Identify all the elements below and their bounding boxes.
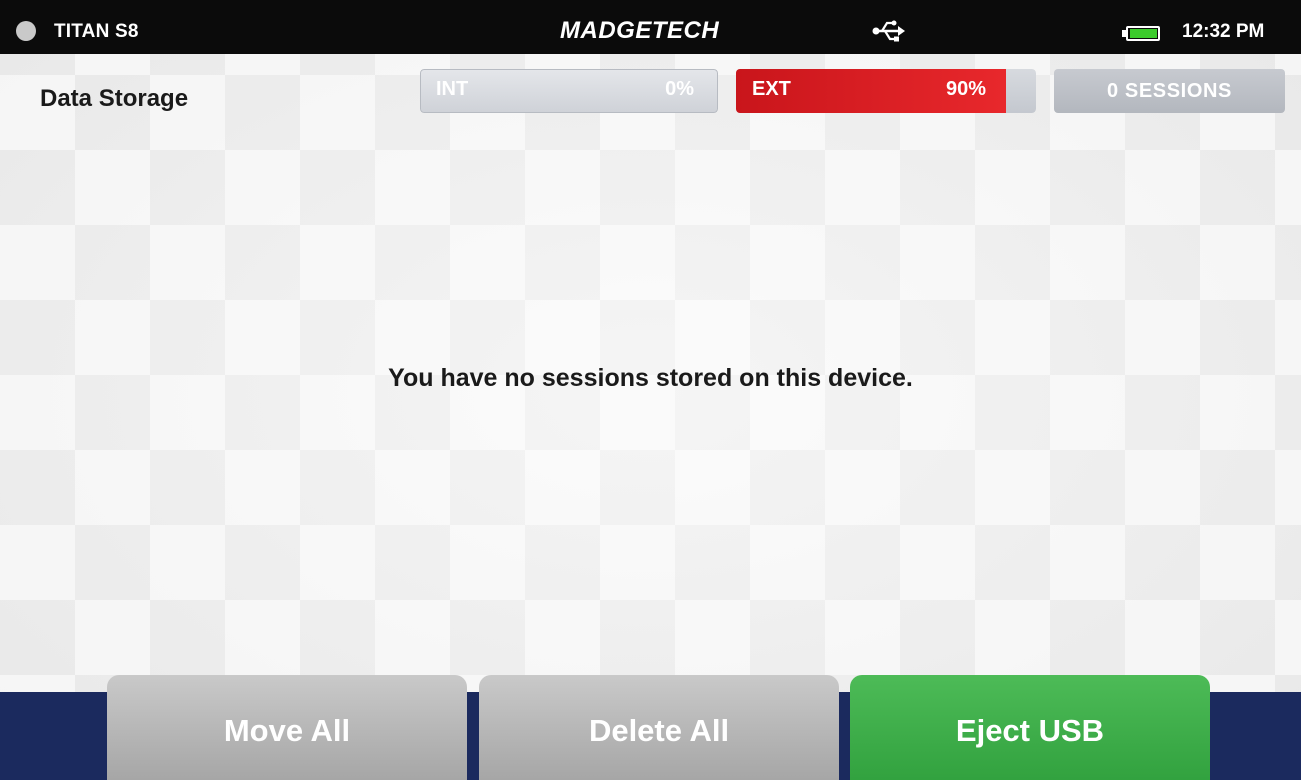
status-bar: TITAN S8 MADGETECH 12:32 PM — [0, 0, 1301, 54]
status-indicator-icon — [16, 21, 36, 41]
usb-icon — [872, 20, 906, 42]
clock: 12:32 PM — [1182, 21, 1265, 42]
move-all-button[interactable]: Move All — [107, 675, 467, 780]
empty-state-message: You have no sessions stored on this devi… — [388, 364, 913, 392]
device-screen: TITAN S8 MADGETECH 12:32 PM Data Storage… — [0, 0, 1301, 780]
internal-storage-bar[interactable]: INT 0% — [420, 69, 718, 113]
page-title: Data Storage — [40, 85, 189, 112]
sessions-count-badge[interactable]: 0 SESSIONS — [1054, 69, 1285, 113]
device-name: TITAN S8 — [54, 21, 139, 42]
eject-usb-button[interactable]: Eject USB — [850, 675, 1210, 780]
brand-logo: MADGETECH — [560, 17, 720, 44]
external-storage-percent: 90% — [945, 78, 986, 100]
internal-storage-percent: 0% — [665, 78, 694, 100]
external-storage-bar[interactable]: EXT 90% — [736, 69, 1036, 113]
internal-storage-label: INT — [436, 78, 469, 100]
external-storage-label: EXT — [752, 78, 791, 100]
battery-icon — [1122, 26, 1162, 43]
delete-all-button[interactable]: Delete All — [479, 675, 839, 780]
